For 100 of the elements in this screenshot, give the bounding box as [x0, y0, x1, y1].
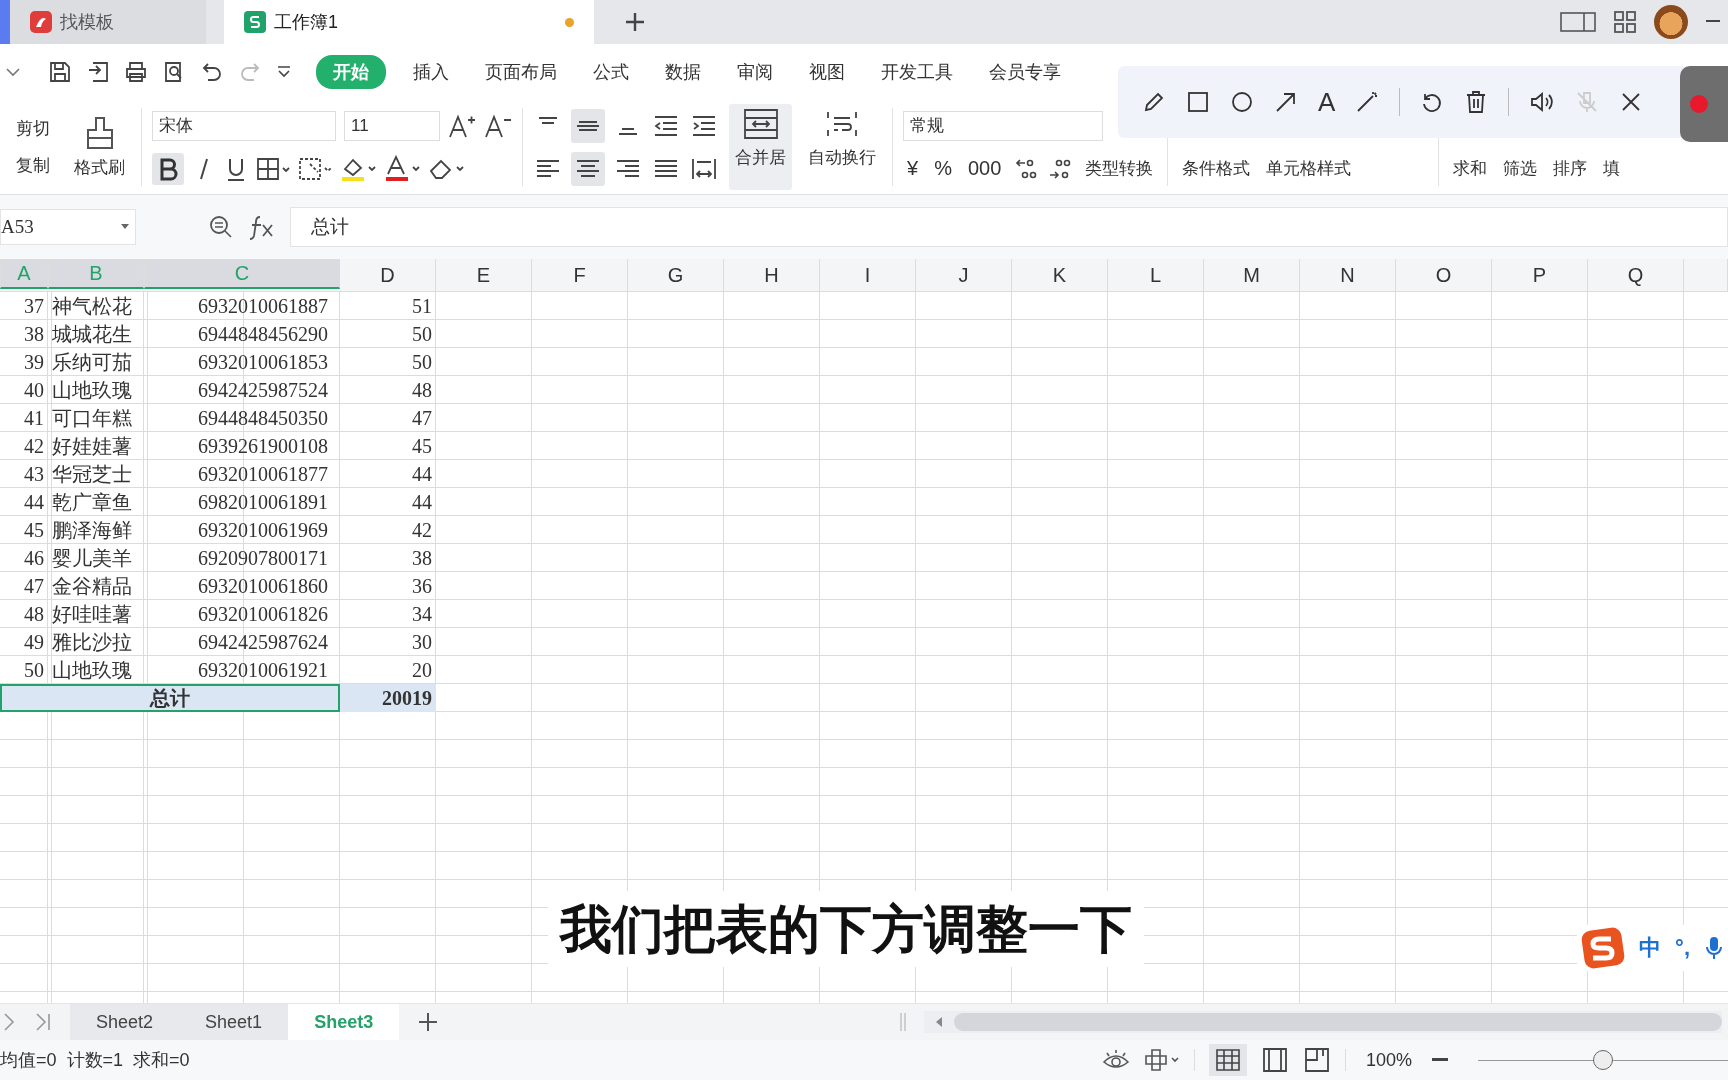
page-layout-view-icon[interactable] — [1260, 1046, 1289, 1074]
cut-button[interactable]: 剪切 — [12, 115, 54, 142]
user-avatar[interactable] — [1654, 5, 1688, 39]
layout-icon[interactable] — [1560, 11, 1596, 33]
minimize-icon[interactable] — [1706, 20, 1720, 24]
split-handle-icon[interactable] — [900, 1013, 906, 1031]
zoom-search-icon[interactable] — [208, 214, 234, 240]
font-dropdown[interactable]: 宋体 — [152, 110, 336, 141]
cell-edit-icon[interactable] — [298, 155, 332, 182]
speaker-icon[interactable] — [1529, 90, 1556, 114]
column-header[interactable]: L — [1108, 259, 1204, 291]
document-tab[interactable]: 工作簿1 — [224, 0, 594, 44]
formula-field[interactable]: 总计 — [290, 207, 1728, 247]
column-header[interactable]: F — [532, 259, 628, 291]
ribbon-tab[interactable]: 审阅 — [720, 55, 790, 89]
table-cell-text: 34 — [411, 601, 433, 627]
rectangle-tool-icon[interactable] — [1186, 90, 1210, 114]
ribbon-tab[interactable]: 视图 — [792, 55, 862, 89]
column-header[interactable]: H — [724, 259, 820, 291]
percent-button[interactable]: % — [930, 155, 956, 182]
type-convert-button[interactable]: 类型转换 — [1081, 155, 1158, 182]
horizontal-scrollbar[interactable] — [924, 1011, 1722, 1033]
font-size-dropdown[interactable]: 11 — [344, 110, 440, 141]
borders-icon[interactable] — [256, 155, 290, 182]
normal-view-icon[interactable] — [1208, 1044, 1247, 1076]
crosshair-icon[interactable] — [1143, 1048, 1180, 1072]
ribbon-tab[interactable]: 会员专享 — [972, 55, 1078, 89]
arrow-tool-icon[interactable] — [1274, 90, 1298, 114]
column-header[interactable]: K — [1012, 259, 1108, 291]
number-format-dropdown[interactable]: 常规 — [903, 110, 1103, 141]
last-sheet-icon[interactable] — [34, 1012, 52, 1032]
column-header[interactable]: J — [916, 259, 1012, 291]
merge-center-button[interactable]: 合并居 — [729, 104, 792, 190]
table-cell-text: 45 — [23, 517, 45, 543]
ribbon-tab[interactable]: 开发工具 — [864, 55, 970, 89]
zoom-level-dropdown[interactable]: 100% — [1359, 1048, 1418, 1072]
add-sheet-icon[interactable] — [417, 1011, 440, 1033]
template-logo-icon — [30, 11, 52, 33]
print-icon[interactable] — [124, 60, 148, 84]
ribbon-tab[interactable]: 页面布局 — [468, 55, 574, 89]
table-cell-text: 48 — [23, 601, 45, 627]
table-cell-text: 6932010061921 — [197, 657, 329, 683]
table-cell-text: 城城花生 — [51, 321, 133, 347]
magic-wand-icon[interactable] — [1355, 90, 1380, 114]
column-header[interactable]: O — [1396, 259, 1492, 291]
pencil-icon[interactable] — [1142, 90, 1166, 114]
column-header[interactable]: G — [628, 259, 724, 291]
new-tab-icon[interactable] — [624, 11, 646, 33]
ribbon-tab[interactable]: 插入 — [396, 55, 466, 89]
format-painter-button[interactable]: 格式刷 — [68, 111, 131, 183]
sheet-tab[interactable]: Sheet2 — [70, 1004, 180, 1040]
video-subtitle: 我们把表的下方调整一下 — [548, 891, 1144, 967]
undo-icon[interactable] — [200, 60, 224, 84]
font-color-icon[interactable] — [384, 154, 420, 183]
cell-style-button[interactable]: 单元格样式 — [1262, 155, 1356, 182]
fill-button[interactable]: 填 — [1599, 155, 1625, 182]
column-header[interactable]: Q — [1588, 259, 1684, 291]
document-tab[interactable]: 找模板 — [10, 0, 206, 44]
ribbon-tab[interactable]: 公式 — [576, 55, 646, 89]
next-sheet-icon[interactable] — [2, 1012, 16, 1032]
sort-button[interactable]: 排序 — [1549, 155, 1592, 182]
status-text: 求和=0 — [133, 1049, 190, 1072]
thousands-button[interactable]: 000 — [963, 155, 1006, 182]
copy-button[interactable]: 复制 — [12, 152, 54, 179]
column-header[interactable]: E — [436, 259, 532, 291]
currency-button[interactable]: ¥ — [903, 155, 923, 182]
align-middle-icon[interactable] — [571, 108, 605, 143]
column-header[interactable]: P — [1492, 259, 1588, 291]
table-cell-text: 43 — [23, 461, 45, 487]
align-center-icon[interactable] — [571, 151, 605, 186]
name-box[interactable]: A53 — [0, 209, 136, 245]
filter-button[interactable]: 筛选 — [1499, 155, 1542, 182]
ribbon-tab[interactable]: 数据 — [648, 55, 718, 89]
column-header[interactable]: M — [1204, 259, 1300, 291]
microphone-icon[interactable] — [1704, 935, 1724, 961]
ime-logo-icon[interactable] — [1581, 927, 1626, 969]
collapse-caret-icon[interactable] — [6, 67, 20, 77]
total-value-cell: 20019 — [340, 684, 436, 712]
bold-icon[interactable] — [152, 152, 184, 185]
function-icon[interactable] — [248, 214, 276, 240]
conditional-format-button[interactable]: 条件格式 — [1178, 155, 1255, 182]
grid-apps-icon[interactable] — [1614, 11, 1636, 33]
wrap-text-button[interactable]: 自动换行 — [802, 104, 882, 190]
column-header[interactable]: N — [1300, 259, 1396, 291]
table-cell-text: 可口年糕 — [51, 405, 133, 431]
ime-mode[interactable]: 中 — [1639, 933, 1662, 963]
scroll-left-icon[interactable] — [934, 1016, 944, 1028]
column-header[interactable]: D — [340, 259, 436, 291]
customize-caret-icon[interactable] — [276, 64, 292, 80]
text-tool-button[interactable]: A — [1318, 86, 1336, 118]
zoom-out-icon[interactable] — [1432, 1058, 1448, 1062]
ime-punctuation[interactable]: °, — [1675, 935, 1690, 961]
page-break-view-icon[interactable] — [1302, 1046, 1331, 1074]
sum-button[interactable]: 求和 — [1449, 155, 1492, 182]
save-icon[interactable] — [48, 60, 72, 84]
sheet-tab[interactable]: Sheet1 — [179, 1004, 289, 1040]
export-icon[interactable] — [86, 60, 110, 84]
circle-tool-icon[interactable] — [1230, 90, 1254, 114]
column-header[interactable]: I — [820, 259, 916, 291]
table-cell-text: 山地玖瑰 — [51, 657, 133, 683]
